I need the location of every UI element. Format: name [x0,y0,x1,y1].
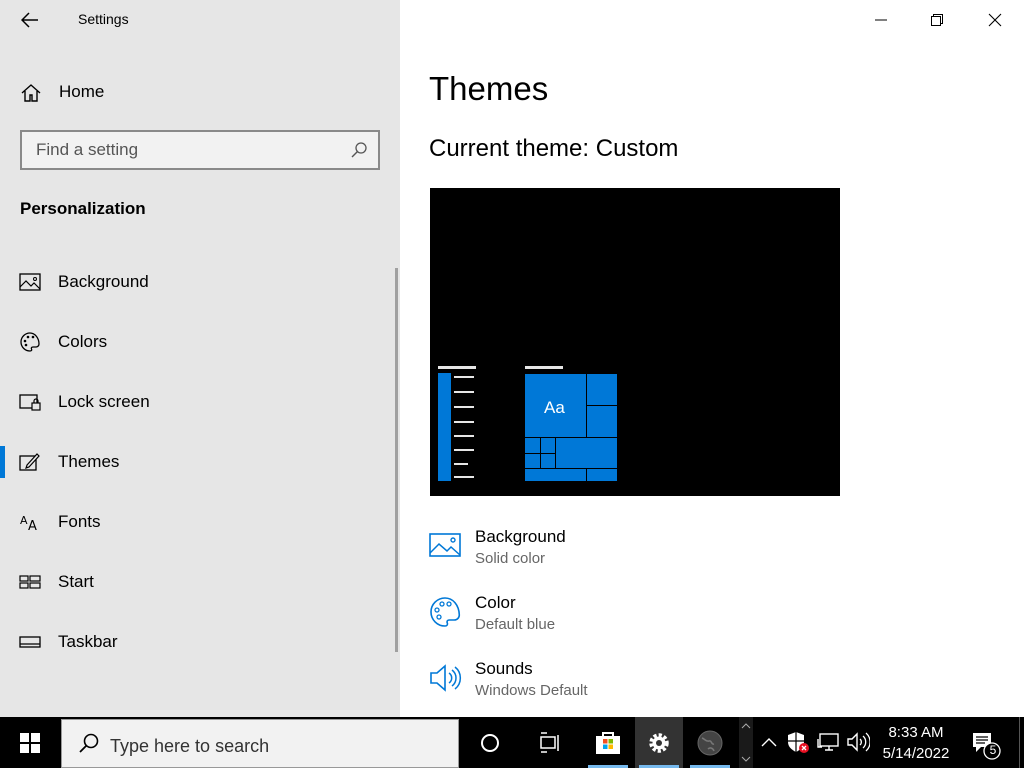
browser-app-button[interactable] [686,717,734,768]
picture-icon [19,273,41,291]
taskbar-clock[interactable]: 8:33 AM 5/14/2022 [876,722,956,764]
speaker-icon [847,732,870,752]
settings-sidebar: Settings Home Personalization Background… [0,0,400,717]
search-icon[interactable] [350,141,368,159]
back-button[interactable] [14,6,46,34]
close-button[interactable] [972,0,1018,40]
globe-icon [697,730,723,755]
property-value: Default blue [475,616,556,633]
store-app-button[interactable] [584,717,632,768]
volume-tray-icon[interactable] [846,729,870,755]
sidebar-scrollbar[interactable] [395,268,398,652]
minimize-button[interactable] [858,0,904,40]
start-button[interactable] [0,717,60,768]
sidebar-item-start[interactable]: Start [0,560,398,604]
notification-count-badge: 5 [989,743,997,757]
sidebar-item-home[interactable]: Home [0,72,400,112]
property-sounds[interactable]: Sounds Windows Default [428,659,728,715]
find-setting-search[interactable] [20,130,380,170]
selection-indicator [0,446,5,478]
sidebar-item-label: Background [58,272,149,291]
property-name: Color [475,593,516,612]
app-title: Settings [78,11,129,27]
fonts-icon: AA [20,514,37,533]
gear-icon [649,732,669,753]
property-value: Solid color [475,550,546,567]
preview-sample-text: Aa [544,398,565,417]
sidebar-item-taskbar[interactable]: Taskbar [0,620,398,664]
action-center-button[interactable]: 5 [965,727,1005,761]
sidebar-item-background[interactable]: Background [0,260,398,304]
sidebar-item-label: Colors [58,332,108,351]
windows-logo-icon [20,732,40,753]
show-hidden-icons-button[interactable] [757,729,781,755]
property-name: Sounds [475,659,533,678]
microsoft-store-icon [596,731,620,754]
minimize-icon [875,19,887,21]
taskbar-icon [19,636,41,648]
picture-icon [429,533,461,557]
speaker-icon [430,664,462,692]
show-desktop-button[interactable] [1019,717,1024,768]
current-theme-heading: Current theme: Custom [429,135,679,162]
chevron-up-icon [741,723,751,729]
taskbar-search[interactable]: Type here to search [61,719,459,768]
property-name: Background [475,527,566,546]
sidebar-item-label: Home [59,82,105,101]
security-tray-icon[interactable] [786,729,810,755]
sidebar-item-lock-screen[interactable]: Lock screen [0,380,398,424]
svg-text:A: A [28,519,37,533]
task-view-icon [540,731,559,753]
task-view-button[interactable] [526,717,574,768]
theme-preview: Aa [430,188,840,496]
palette-icon [430,597,461,627]
search-input[interactable] [22,132,342,168]
arrow-left-icon [21,12,38,28]
sidebar-item-label: Lock screen [58,392,150,411]
property-color[interactable]: Color Default blue [428,593,728,649]
search-icon [79,733,99,753]
sidebar-item-label: Taskbar [58,632,118,651]
taskbar: Type here to search 8:33 AM 5/14/2022 5 [0,717,1024,768]
cortana-button[interactable] [466,717,514,768]
sidebar-item-label: Fonts [58,512,101,531]
chevron-down-icon [741,756,751,762]
close-icon [988,13,1002,27]
sidebar-item-fonts[interactable]: AA Fonts [0,500,398,544]
palette-icon [20,332,40,352]
themes-brush-icon [19,453,40,471]
notification-icon [973,733,1001,760]
sidebar-item-label: Start [58,572,94,591]
property-value: Windows Default [475,682,588,699]
taskbar-scroll[interactable] [739,717,753,768]
restore-icon [931,14,943,26]
theme-preview-graphic [438,366,618,481]
taskbar-search-placeholder: Type here to search [110,736,270,756]
clock-time: 8:33 AM [888,724,944,741]
home-icon [21,84,41,102]
clock-date: 5/14/2022 [882,745,950,762]
cortana-circle-icon [481,733,499,752]
shield-warning-icon [788,732,809,753]
lock-screen-icon [19,394,41,411]
section-title-personalization: Personalization [20,199,146,218]
svg-text:A: A [20,514,28,527]
network-icon [817,733,839,751]
chevron-up-icon [761,738,777,747]
network-tray-icon[interactable] [816,729,840,755]
restore-button[interactable] [914,0,960,40]
property-background[interactable]: Background Solid color [428,527,728,583]
page-title: Themes [429,70,549,107]
start-tiles-icon [19,575,41,589]
settings-app-button[interactable] [635,717,683,768]
sidebar-item-label: Themes [58,452,120,471]
sidebar-item-colors[interactable]: Colors [0,320,398,364]
sidebar-item-themes[interactable]: Themes [0,440,398,484]
